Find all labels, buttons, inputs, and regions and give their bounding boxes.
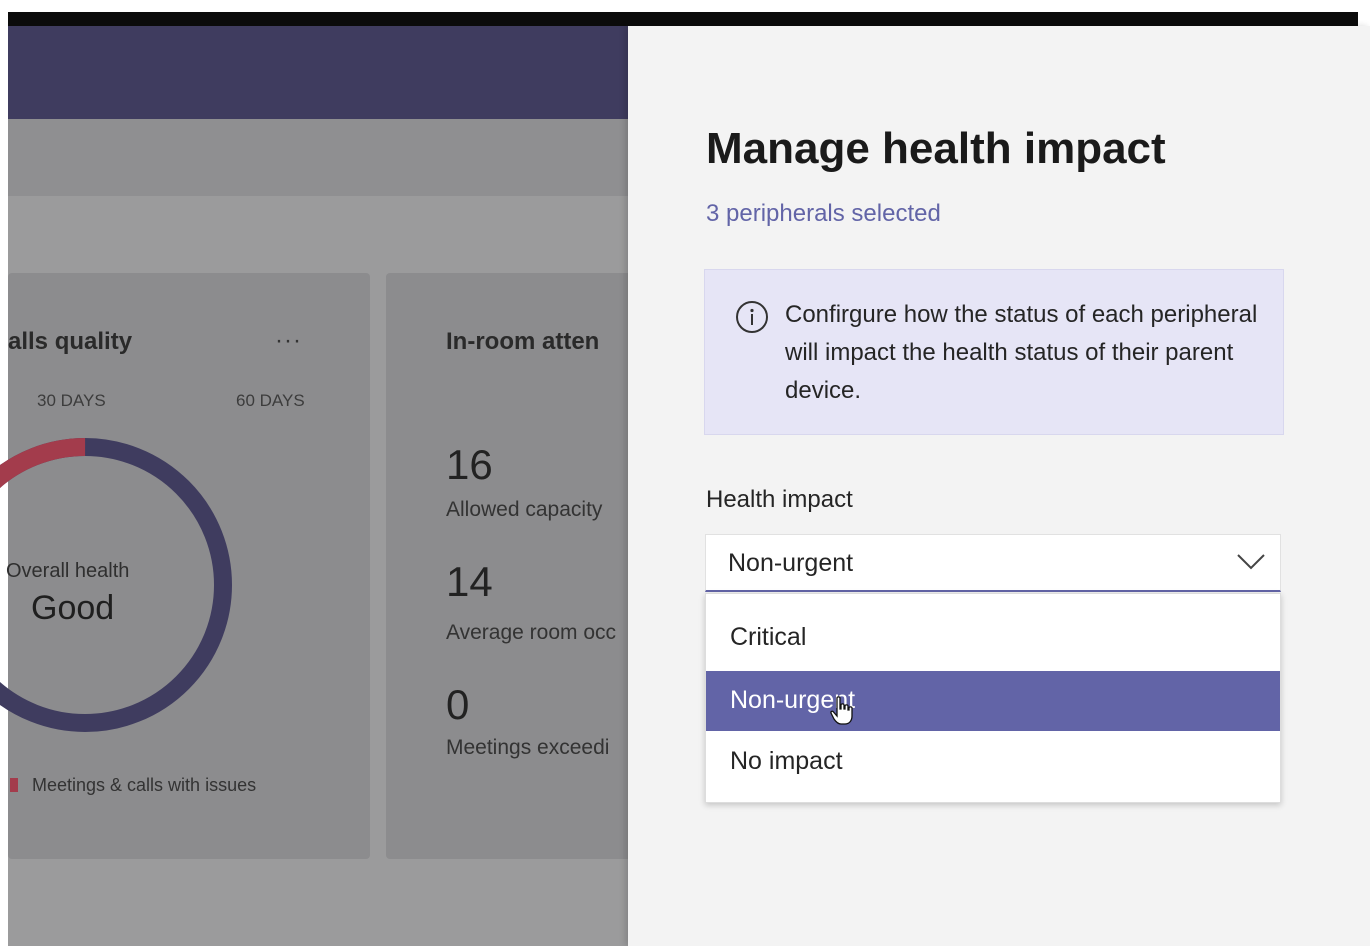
stat-average-occupancy-label: Average room occ xyxy=(446,621,617,644)
health-impact-dropdown[interactable]: Non-urgent xyxy=(705,534,1281,592)
selection-count: 3 peripherals selected xyxy=(706,200,941,227)
background-dashboard: alls quality ··· 30 DAYS 60 DAYS Overall… xyxy=(0,26,646,946)
in-room-attendance-card: In-room atten 16 Allowed capacity 14 Ave… xyxy=(386,273,646,859)
info-icon xyxy=(736,301,768,333)
panel-title: Manage health impact xyxy=(706,124,1166,173)
stat-meetings-exceeding-label: Meetings exceedi xyxy=(446,736,610,759)
tab-30-days[interactable]: 30 DAYS xyxy=(37,391,106,411)
donut-center-label: Overall health xyxy=(6,560,130,582)
app-subheader xyxy=(8,119,628,196)
option-no-impact[interactable]: No impact xyxy=(706,732,1280,792)
option-label: No impact xyxy=(730,747,843,775)
overall-health-donut-chart xyxy=(0,438,232,732)
dropdown-selected-value: Non-urgent xyxy=(728,549,854,577)
info-message-text: Confirgure how the status of each periph… xyxy=(785,301,1258,404)
health-impact-options-list: Critical Non-urgent No impact xyxy=(705,593,1281,803)
option-label: Critical xyxy=(730,623,807,651)
in-room-title: In-room atten xyxy=(446,328,600,355)
calls-quality-title: alls quality xyxy=(8,328,133,355)
chevron-down-icon[interactable] xyxy=(1236,551,1266,571)
tab-60-days[interactable]: 60 DAYS xyxy=(236,391,305,411)
donut-track xyxy=(0,438,232,732)
stat-allowed-capacity-value: 16 xyxy=(446,441,493,488)
top-black-bar xyxy=(8,12,1358,26)
option-critical[interactable]: Critical xyxy=(706,608,1280,668)
manage-health-impact-panel: Manage health impact 3 peripherals selec… xyxy=(628,26,1370,946)
donut-center-value: Good xyxy=(31,589,115,627)
more-options-icon[interactable]: ··· xyxy=(275,327,302,355)
legend-swatch xyxy=(10,778,18,792)
calls-quality-card: alls quality ··· 30 DAYS 60 DAYS Overall… xyxy=(0,273,370,859)
hand-cursor-icon xyxy=(830,696,853,725)
info-message-box: Confirgure how the status of each periph… xyxy=(704,269,1284,435)
health-impact-label: Health impact xyxy=(706,486,853,513)
app-header xyxy=(8,26,628,119)
legend-label: Meetings & calls with issues xyxy=(32,775,257,795)
stat-meetings-exceeding-value: 0 xyxy=(446,681,470,728)
stat-allowed-capacity-label: Allowed capacity xyxy=(446,498,603,521)
option-non-urgent[interactable]: Non-urgent xyxy=(706,671,1280,731)
stat-average-occupancy-value: 14 xyxy=(446,558,493,605)
